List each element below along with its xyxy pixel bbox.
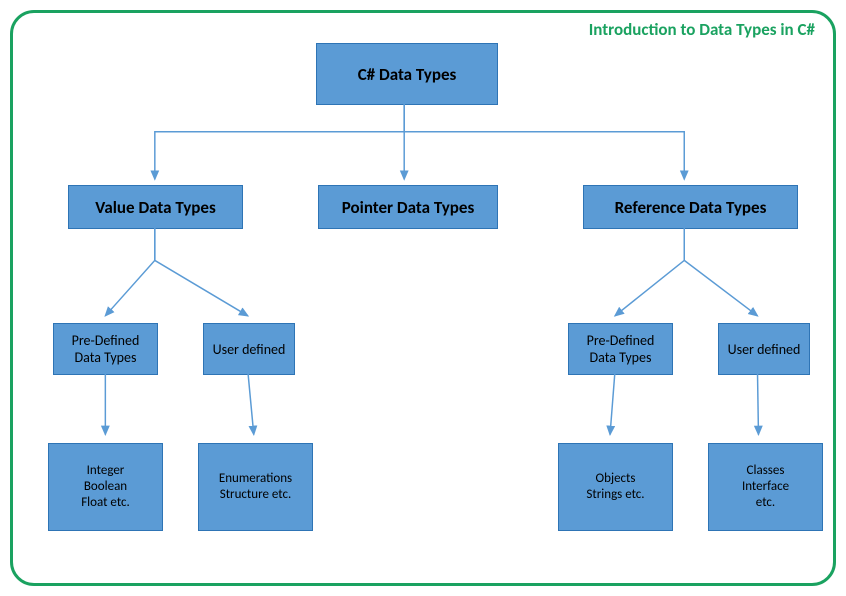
node-reference-predefined: Pre-Defined Data Types — [568, 323, 673, 375]
node-value-userdefined-examples: Enumerations Structure etc. — [198, 443, 313, 531]
node-reference-predefined-examples: Objects Strings etc. — [558, 443, 673, 531]
node-reference-userdefined-examples: Classes Interface etc. — [708, 443, 823, 531]
node-value-predefined: Pre-Defined Data Types — [53, 323, 158, 375]
node-reference-userdefined: User defined — [718, 323, 810, 375]
node-value-userdefined: User defined — [203, 323, 295, 375]
node-value-data-types: Value Data Types — [68, 185, 243, 229]
diagram-frame: Introduction to Data Types in C# C# Data… — [10, 10, 836, 586]
node-pointer-data-types: Pointer Data Types — [318, 185, 498, 229]
diagram-title: Introduction to Data Types in C# — [589, 19, 815, 40]
node-value-predefined-examples: Integer Boolean Float etc. — [48, 443, 163, 531]
node-reference-data-types: Reference Data Types — [583, 185, 798, 229]
node-root: C# Data Types — [316, 43, 498, 105]
